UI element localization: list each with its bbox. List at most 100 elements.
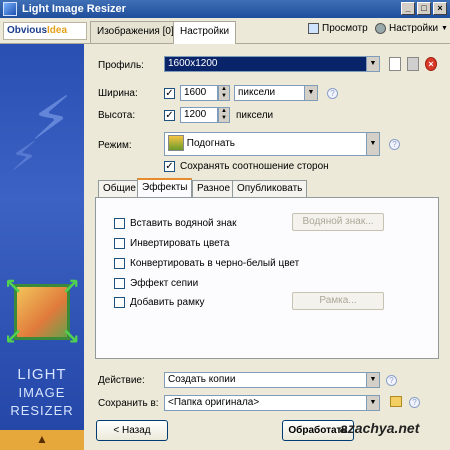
height-label: Высота: (98, 110, 136, 121)
tab-images-label: Изображения [0] (97, 26, 174, 37)
app-window: Light Image Resizer _ □ × ObviousIdea Из… (0, 0, 450, 450)
chevron-down-icon: ▼ (366, 133, 379, 155)
app-icon (3, 2, 17, 16)
keep-ratio-label: Сохранять соотношение сторон (180, 161, 329, 172)
back-button[interactable]: < Назад (96, 420, 168, 441)
invert-checkbox[interactable] (114, 238, 125, 249)
keep-ratio-checkbox[interactable]: ✓ (164, 161, 175, 172)
frame-button[interactable]: Рамка... (292, 292, 384, 310)
watermark-button-label: Водяной знак... (302, 216, 374, 227)
title-bar: Light Image Resizer _ □ × (0, 0, 450, 18)
height-value: 1200 (184, 109, 207, 120)
new-profile-icon[interactable] (389, 57, 401, 71)
brand-name: LIGHT IMAGE RESIZER (0, 366, 84, 420)
width-unit-value: пиксели (238, 87, 276, 98)
gear-icon (375, 23, 386, 34)
maximize-button[interactable]: □ (417, 2, 431, 15)
profile-select[interactable]: 1600x1200 ▼ (164, 56, 380, 72)
chevron-down-icon: ▼ (366, 373, 379, 387)
tab-general-label: Общие (103, 183, 136, 194)
width-checkbox[interactable]: ✓ (164, 88, 175, 99)
tab-publish[interactable]: Опубликовать (232, 180, 308, 197)
brand-line3: RESIZER (10, 403, 74, 418)
folder-icon[interactable] (390, 396, 402, 407)
tab-settings-label: Настройки (180, 26, 230, 37)
chevron-down-icon: ▼ (304, 86, 317, 100)
watermark-checkbox[interactable] (114, 218, 125, 229)
action-select[interactable]: Создать копии ▼ (164, 372, 380, 388)
tab-images[interactable]: Изображения [0] (90, 21, 181, 43)
width-value: 1600 (184, 87, 207, 98)
width-unit-select[interactable]: пиксели ▼ (234, 85, 318, 101)
mode-select[interactable]: Подогнать ▼ (164, 132, 380, 156)
grayscale-checkbox[interactable] (114, 258, 125, 269)
tab-misc-label: Разное (197, 183, 231, 194)
effects-panel: Вставить водяной знак Водяной знак... Ин… (95, 197, 439, 359)
back-button-label: < Назад (113, 425, 151, 436)
height-checkbox[interactable]: ✓ (164, 110, 175, 121)
frame-button-label: Рамка... (319, 295, 357, 306)
sepia-checkbox[interactable] (114, 278, 125, 289)
resize-arrows-icon: ↖ ↗ ↙ ↘ (4, 274, 80, 349)
watermark-label: Вставить водяной знак (130, 218, 237, 229)
save-to-select[interactable]: <Папка оригинала> ▼ (164, 395, 380, 411)
mode-value: Подогнать (186, 138, 236, 149)
tab-misc[interactable]: Разное (192, 180, 236, 197)
settings-pane: Профиль: 1600x1200 ▼ × Ширина: ✓ 1600 ▲ ▼… (84, 44, 450, 450)
chevron-down-icon: ▼ (366, 57, 379, 71)
width-spinner[interactable]: ▲ ▼ (218, 85, 230, 101)
obviousidea-logo[interactable]: ObviousIdea (3, 22, 87, 40)
width-label: Ширина: (98, 88, 138, 99)
profile-label: Профиль: (98, 60, 144, 71)
help-icon[interactable]: ? (386, 375, 397, 386)
logo-text-part1: Obvious (7, 25, 48, 36)
save-profile-icon[interactable] (407, 57, 419, 71)
tab-general[interactable]: Общие (98, 180, 141, 197)
chevron-down-icon: ▼ (441, 25, 448, 32)
frame-checkbox[interactable] (114, 297, 125, 308)
sidebar-banner: ⚡ ⚡ ↖ ↗ ↙ ↘ LIGHT IMAGE RESIZER (0, 44, 84, 430)
profile-value: 1600x1200 (168, 58, 218, 69)
minimize-button[interactable]: _ (401, 2, 415, 15)
lightning-bolt-icon: ⚡ (10, 135, 39, 179)
preview-icon (308, 23, 319, 34)
collapse-sidebar-button[interactable]: ▲ (0, 430, 84, 450)
process-button-label: Обработать (288, 425, 348, 436)
settings-menu-button[interactable]: Настройки ▼ (375, 23, 448, 34)
action-label: Действие: (98, 375, 145, 386)
delete-profile-icon[interactable]: × (425, 57, 437, 71)
tab-effects[interactable]: Эффекты (137, 178, 193, 198)
tab-settings[interactable]: Настройки (173, 21, 237, 44)
site-watermark: azachya.net (340, 420, 420, 436)
help-icon[interactable]: ? (389, 139, 400, 150)
save-to-label: Сохранить в: (98, 398, 159, 409)
width-input[interactable]: 1600 (180, 85, 218, 101)
help-icon[interactable]: ? (327, 88, 338, 99)
invert-label: Инвертировать цвета (130, 238, 230, 249)
tab-effects-label: Эффекты (142, 182, 188, 193)
action-value: Создать копии (168, 374, 236, 385)
toolbar: ObviousIdea Изображения [0] Настройки Пр… (0, 18, 450, 44)
height-unit: пиксели (236, 110, 274, 121)
logo-text-part2: Idea (47, 25, 68, 36)
watermark-button[interactable]: Водяной знак... (292, 213, 384, 231)
help-icon[interactable]: ? (409, 397, 420, 408)
save-to-value: <Папка оригинала> (168, 397, 260, 408)
preview-button[interactable]: Просмотр (308, 23, 368, 34)
chevron-down-icon: ▼ (366, 396, 379, 410)
frame-label: Добавить рамку (130, 297, 205, 308)
sunflower-icon (168, 135, 184, 152)
chevron-up-icon: ▲ (36, 432, 48, 446)
settings-menu-label: Настройки (389, 23, 439, 34)
window-title: Light Image Resizer (22, 3, 126, 15)
mode-label: Режим: (98, 140, 132, 151)
height-input[interactable]: 1200 (180, 107, 218, 123)
preview-label: Просмотр (322, 23, 368, 34)
close-button[interactable]: × (433, 2, 447, 15)
brand-line2: IMAGE (18, 385, 66, 400)
sepia-label: Эффект сепии (130, 278, 199, 289)
tab-publish-label: Опубликовать (237, 183, 303, 194)
grayscale-label: Конвертировать в черно-белый цвет (130, 258, 300, 269)
height-spinner[interactable]: ▲ ▼ (218, 107, 230, 123)
brand-line1: LIGHT (17, 366, 67, 383)
